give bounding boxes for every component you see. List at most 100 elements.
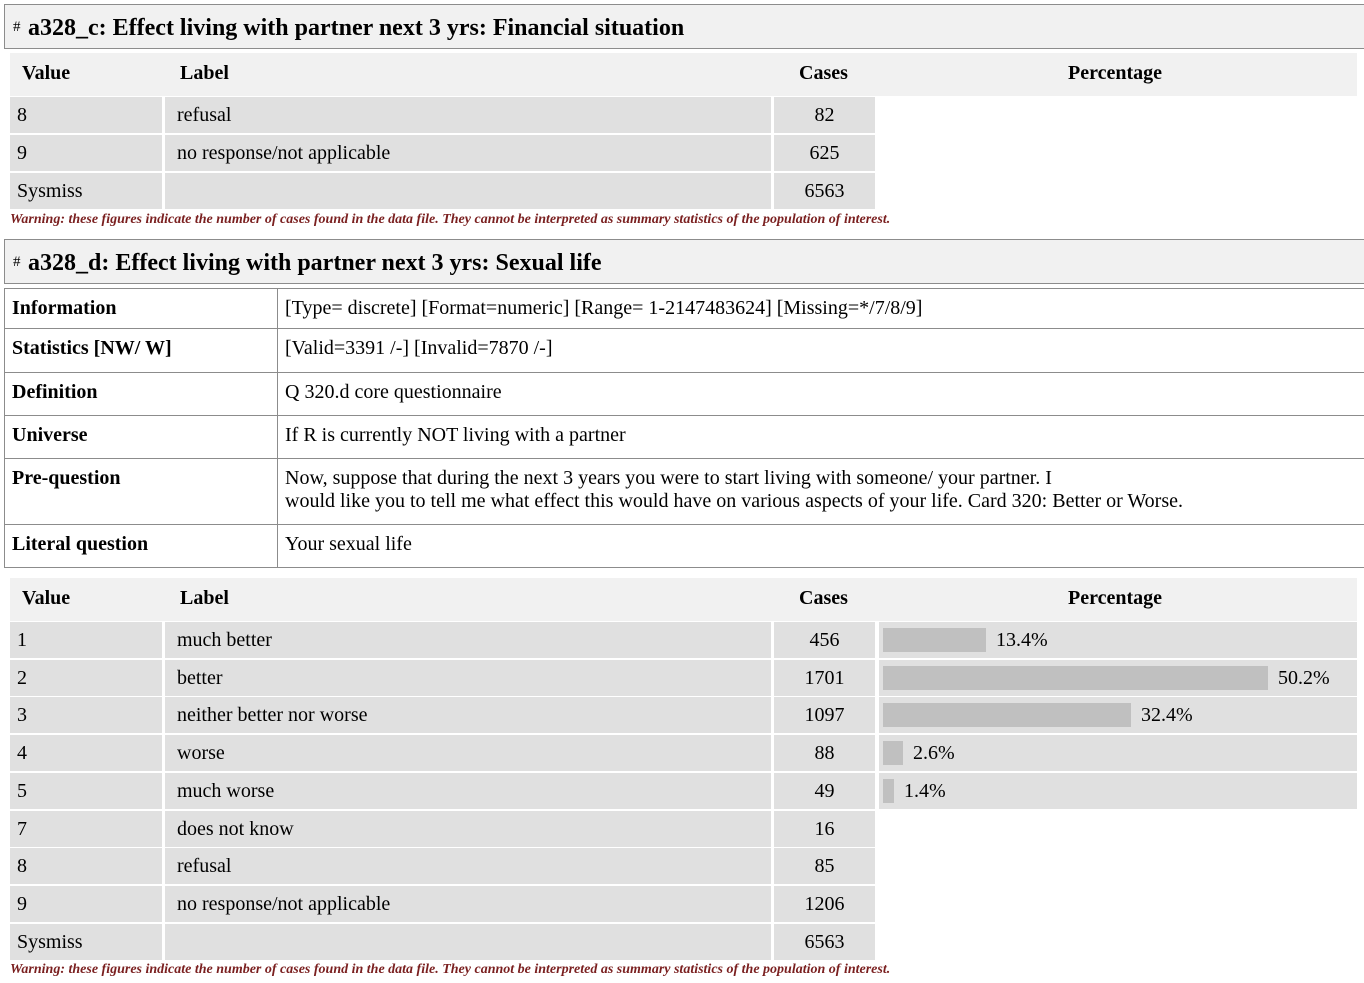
table-row: 7 does not know 16 [10, 811, 1357, 847]
table-row: 5 much worse 49 1.4% [10, 773, 1357, 809]
info-key: Information [4, 288, 278, 329]
label-cell: does not know [165, 811, 771, 847]
label-cell: worse [165, 735, 771, 771]
value-cell: 1 [10, 622, 162, 658]
table-row: 8 refusal 85 [10, 848, 1357, 884]
cases-cell: 88 [774, 735, 875, 771]
info-value: [Valid=3391 /-] [Invalid=7870 /-] [277, 328, 1364, 373]
value-cell: Sysmiss [10, 173, 162, 209]
variable-title: a328_c: Effect living with partner next … [28, 15, 685, 41]
percentage-bar [883, 779, 894, 803]
percentage-label: 32.4% [1141, 704, 1193, 726]
column-header-label: Label [180, 587, 229, 609]
label-cell [165, 924, 771, 960]
value-cell: 9 [10, 886, 162, 922]
data-warning: Warning: these figures indicate the numb… [10, 962, 891, 977]
frequency-table-header: Value Label Cases Percentage [10, 578, 1357, 621]
percentage-cell: 1.4% [879, 773, 1357, 809]
column-header-percentage: Percentage [1068, 587, 1163, 609]
info-key: Universe [4, 415, 278, 459]
label-cell: much better [165, 622, 771, 658]
label-cell: refusal [165, 848, 771, 884]
value-cell: 9 [10, 135, 162, 171]
info-row: Definition Q 320.d core questionnaire [4, 372, 1364, 416]
cases-cell: 16 [774, 811, 875, 847]
variable-header-a328d: # a328_d: Effect living with partner nex… [4, 239, 1364, 284]
percentage-cell: 2.6% [879, 735, 1357, 771]
info-row: Pre-question Now, suppose that during th… [4, 458, 1364, 525]
info-key: Statistics [NW/ W] [4, 328, 278, 373]
table-row: 3 neither better nor worse 1097 32.4% [10, 697, 1357, 733]
table-row: Sysmiss 6563 [10, 173, 1357, 209]
label-cell: much worse [165, 773, 771, 809]
percentage-label: 13.4% [996, 629, 1048, 651]
label-cell: no response/not applicable [165, 886, 771, 922]
info-key: Pre-question [4, 458, 278, 525]
variable-header-a328c: # a328_c: Effect living with partner nex… [4, 4, 1364, 49]
cases-cell: 1206 [774, 886, 875, 922]
pre-question-line: would like you to tell me what effect th… [285, 490, 1183, 512]
table-row: 2 better 1701 50.2% [10, 660, 1357, 696]
info-row: Universe If R is currently NOT living wi… [4, 415, 1364, 459]
column-header-cases: Cases [799, 587, 848, 609]
info-row: Literal question Your sexual life [4, 524, 1364, 568]
percentage-label: 1.4% [904, 780, 946, 802]
value-cell: 8 [10, 97, 162, 133]
info-value: Q 320.d core questionnaire [277, 372, 1364, 416]
value-cell: 7 [10, 811, 162, 847]
value-cell: 4 [10, 735, 162, 771]
info-value: [Type= discrete] [Format=numeric] [Range… [277, 288, 1364, 329]
percentage-cell: 50.2% [879, 660, 1357, 696]
cases-cell: 1097 [774, 697, 875, 733]
cases-cell: 625 [774, 135, 875, 171]
info-key: Definition [4, 372, 278, 416]
percentage-bar [883, 628, 986, 652]
table-row: 9 no response/not applicable 1206 [10, 886, 1357, 922]
table-row: Sysmiss 6563 [10, 924, 1357, 960]
variable-title: a328_d: Effect living with partner next … [28, 250, 602, 276]
cases-cell: 6563 [774, 924, 875, 960]
label-cell: refusal [165, 97, 771, 133]
table-row: 9 no response/not applicable 625 [10, 135, 1357, 171]
percentage-bar [883, 666, 1268, 690]
value-cell: 2 [10, 660, 162, 696]
value-cell: 3 [10, 697, 162, 733]
label-cell [165, 173, 771, 209]
table-row: 4 worse 88 2.6% [10, 735, 1357, 771]
anchor-hash[interactable]: # [13, 254, 21, 271]
value-cell: Sysmiss [10, 924, 162, 960]
value-cell: 8 [10, 848, 162, 884]
cases-cell: 49 [774, 773, 875, 809]
info-value: Your sexual life [277, 524, 1364, 568]
column-header-percentage: Percentage [1068, 62, 1163, 84]
column-header-label: Label [180, 62, 229, 84]
info-row: Information [Type= discrete] [Format=num… [4, 288, 1364, 329]
percentage-cell: 32.4% [879, 697, 1357, 733]
pre-question-line: Now, suppose that during the next 3 year… [285, 467, 1052, 489]
data-warning: Warning: these figures indicate the numb… [10, 212, 891, 227]
table-row: 1 much better 456 13.4% [10, 622, 1357, 658]
percentage-label: 50.2% [1278, 667, 1330, 689]
label-cell: neither better nor worse [165, 697, 771, 733]
column-header-value: Value [22, 587, 71, 609]
column-header-value: Value [22, 62, 71, 84]
variable-info-table: Information [Type= discrete] [Format=num… [4, 288, 1364, 568]
percentage-bar [883, 741, 903, 765]
label-cell: better [165, 660, 771, 696]
column-header-cases: Cases [799, 62, 848, 84]
anchor-hash[interactable]: # [13, 19, 21, 36]
info-value: If R is currently NOT living with a part… [277, 415, 1364, 459]
cases-cell: 82 [774, 97, 875, 133]
table-row: 8 refusal 82 [10, 97, 1357, 133]
cases-cell: 1701 [774, 660, 875, 696]
info-value: Now, suppose that during the next 3 year… [277, 458, 1364, 525]
cases-cell: 85 [774, 848, 875, 884]
label-cell: no response/not applicable [165, 135, 771, 171]
info-row: Statistics [NW/ W] [Valid=3391 /-] [Inva… [4, 328, 1364, 373]
cases-cell: 6563 [774, 173, 875, 209]
percentage-bar [883, 703, 1131, 727]
percentage-label: 2.6% [913, 742, 955, 764]
info-key: Literal question [4, 524, 278, 568]
cases-cell: 456 [774, 622, 875, 658]
percentage-cell: 13.4% [879, 622, 1357, 658]
